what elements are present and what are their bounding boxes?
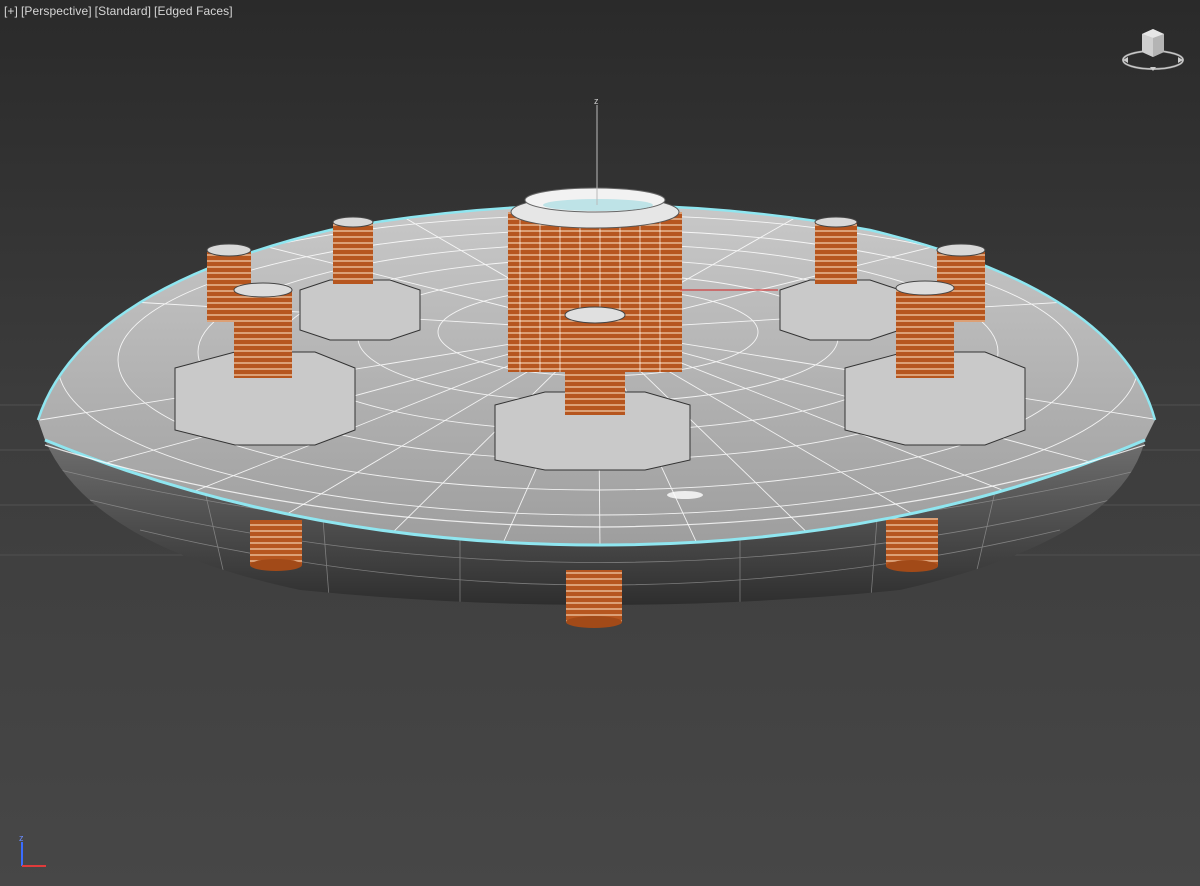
bolt-top-left-front: [233, 282, 293, 378]
bolt-center-front: [564, 306, 626, 415]
bolt-top-left-back: [332, 216, 374, 284]
viewcube-icon[interactable]: [1120, 22, 1186, 74]
bolt-bottom-center: [566, 570, 622, 628]
axis-z-label: z: [19, 833, 24, 843]
bolt-top-right-front: [895, 280, 955, 378]
viewport-menu-edges[interactable]: [Edged Faces]: [154, 4, 233, 18]
viewport-menu-general[interactable]: [+]: [4, 4, 18, 18]
viewport-menu-shading[interactable]: [Standard]: [95, 4, 151, 18]
viewport-menu-view[interactable]: [Perspective]: [21, 4, 92, 18]
gizmo-z-label: z: [594, 96, 599, 106]
bolt-bottom-right: [886, 518, 938, 572]
viewport-label-bar: [+] [Perspective] [Standard] [Edged Face…: [4, 4, 233, 18]
axis-tripod: z: [19, 833, 46, 867]
bolt-bottom-left: [250, 520, 302, 571]
bolt-top-right-back: [814, 216, 858, 284]
viewport-canvas[interactable]: z: [0, 0, 1200, 886]
